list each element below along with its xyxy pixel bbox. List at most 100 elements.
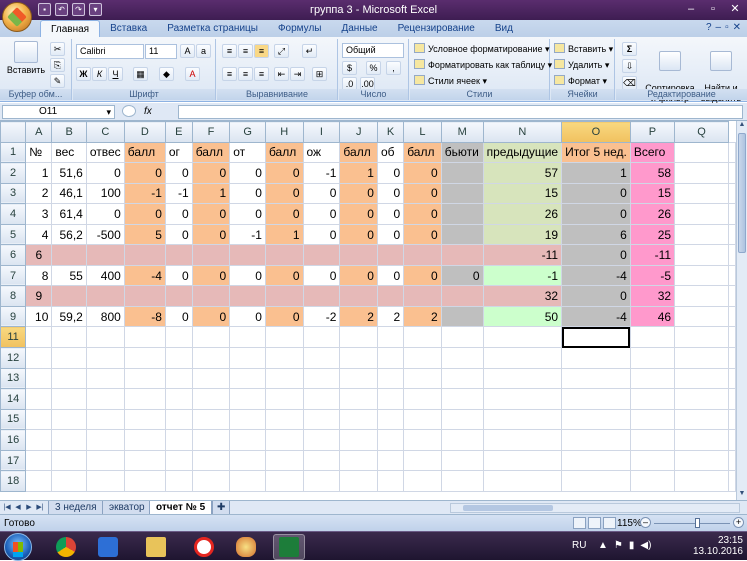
- cell-j12[interactable]: [339, 347, 378, 369]
- wrap-text-icon[interactable]: ↵: [302, 44, 317, 58]
- cell-k15[interactable]: [376, 408, 405, 431]
- maximize-button[interactable]: ▫: [705, 2, 721, 16]
- scroll-down-icon[interactable]: ▼: [737, 490, 747, 500]
- cell-j9[interactable]: 2: [339, 305, 378, 328]
- cell-q9[interactable]: [674, 305, 729, 328]
- cell-f3[interactable]: 1: [191, 182, 231, 205]
- cell-g16[interactable]: [229, 429, 266, 451]
- cell-e5[interactable]: 0: [164, 223, 193, 246]
- cell-h13[interactable]: [264, 367, 304, 390]
- cell-f8[interactable]: [191, 285, 231, 307]
- row-header[interactable]: 2: [0, 162, 27, 184]
- cell-b14[interactable]: [51, 388, 87, 410]
- cell-l16[interactable]: [403, 429, 442, 451]
- cell-n4[interactable]: 26: [482, 203, 563, 225]
- clear-icon[interactable]: ⌫: [622, 76, 637, 90]
- column-header-d[interactable]: D: [123, 121, 166, 143]
- cell-o13[interactable]: [561, 367, 631, 390]
- cell-d18[interactable]: [123, 470, 166, 492]
- cell-e15[interactable]: [164, 408, 193, 431]
- cell-o4[interactable]: 0: [561, 203, 631, 225]
- cell-e3[interactable]: -1: [164, 182, 193, 205]
- column-header-q[interactable]: Q: [674, 121, 729, 143]
- cell-c7[interactable]: 400: [85, 264, 125, 287]
- row-header[interactable]: 14: [0, 388, 27, 410]
- page-layout-view-icon[interactable]: [588, 517, 601, 529]
- cell-e4[interactable]: 0: [164, 203, 193, 225]
- cell-j3[interactable]: 0: [339, 182, 378, 205]
- cell-g18[interactable]: [229, 470, 266, 492]
- cell-l14[interactable]: [403, 388, 442, 410]
- cell-j18[interactable]: [339, 470, 378, 492]
- cell-m14[interactable]: [440, 388, 484, 410]
- cell-a18[interactable]: [25, 470, 53, 492]
- cell-b2[interactable]: 51,6: [51, 162, 87, 184]
- cell-blank[interactable]: [728, 182, 736, 205]
- cell-k14[interactable]: [376, 388, 405, 410]
- page-break-view-icon[interactable]: [603, 517, 616, 529]
- align-right-icon[interactable]: ≡: [254, 67, 269, 81]
- cell-h4[interactable]: 0: [264, 203, 304, 225]
- format-cells-button[interactable]: Формат ▾: [554, 74, 607, 88]
- cell-a5[interactable]: 4: [25, 223, 53, 246]
- borders-icon[interactable]: ▦: [133, 67, 148, 81]
- cell-d6[interactable]: [123, 244, 166, 266]
- cell-b5[interactable]: 56,2: [51, 223, 87, 246]
- cell-l13[interactable]: [403, 367, 442, 390]
- cell-g15[interactable]: [229, 408, 266, 431]
- cell-f2[interactable]: 0: [191, 162, 231, 184]
- cell-q15[interactable]: [674, 408, 729, 431]
- cell-m3[interactable]: [440, 182, 484, 205]
- vertical-scrollbar[interactable]: ▲ ▼: [736, 121, 747, 500]
- cell-q5[interactable]: [674, 223, 729, 246]
- chrome-taskbar-button[interactable]: [50, 534, 82, 560]
- next-sheet-icon[interactable]: ▶: [24, 502, 34, 513]
- cell-c15[interactable]: [85, 408, 125, 431]
- cell-h5[interactable]: 1: [264, 223, 304, 246]
- currency-icon[interactable]: $: [342, 61, 357, 75]
- cell-g14[interactable]: [229, 388, 266, 410]
- cell-l11[interactable]: [403, 326, 442, 349]
- scroll-up-icon[interactable]: ▲: [737, 121, 747, 131]
- cell-blank[interactable]: [728, 203, 736, 225]
- cell-f11[interactable]: [191, 326, 231, 349]
- formula-input[interactable]: [178, 105, 743, 119]
- cell-d15[interactable]: [123, 408, 166, 431]
- align-bottom-icon[interactable]: ≡: [254, 44, 269, 58]
- tab-formulas[interactable]: Формулы: [268, 20, 332, 37]
- cell-f7[interactable]: 0: [191, 264, 231, 287]
- cell-j13[interactable]: [339, 367, 378, 390]
- horizontal-scrollbar[interactable]: [450, 503, 740, 513]
- cell-q16[interactable]: [674, 429, 729, 451]
- cell-blank[interactable]: [728, 429, 736, 451]
- cell-m16[interactable]: [440, 429, 484, 451]
- cell-n12[interactable]: [482, 347, 563, 369]
- cell-l2[interactable]: 0: [403, 162, 442, 184]
- cell-b12[interactable]: [51, 347, 87, 369]
- cell-a2[interactable]: 1: [25, 162, 53, 184]
- show-hidden-icons-icon[interactable]: ▲: [598, 540, 608, 551]
- cell-i15[interactable]: [302, 408, 341, 431]
- cell-h3[interactable]: 0: [264, 182, 304, 205]
- cell-c1[interactable]: отвес: [85, 141, 125, 164]
- column-header-g[interactable]: G: [229, 121, 266, 143]
- cell-i5[interactable]: 0: [302, 223, 341, 246]
- cell-n18[interactable]: [482, 470, 563, 492]
- last-sheet-icon[interactable]: ▶|: [35, 502, 45, 513]
- cell-k7[interactable]: 0: [376, 264, 405, 287]
- cell-g9[interactable]: 0: [229, 305, 266, 328]
- cell-blank[interactable]: [728, 162, 736, 184]
- ribbon-restore-icon[interactable]: ▫: [725, 22, 729, 33]
- cell-q12[interactable]: [674, 347, 729, 369]
- cell-c17[interactable]: [85, 449, 125, 472]
- sheet-tab-otchet-5[interactable]: отчет № 5: [149, 501, 213, 515]
- cell-blank[interactable]: [728, 141, 736, 164]
- cell-p1[interactable]: Всего: [629, 141, 676, 164]
- cell-c18[interactable]: [85, 470, 125, 492]
- cell-l6[interactable]: [403, 244, 442, 266]
- cell-h17[interactable]: [264, 449, 304, 472]
- cell-h12[interactable]: [264, 347, 304, 369]
- cell-d16[interactable]: [123, 429, 166, 451]
- cell-o1[interactable]: Итог 5 нед.: [561, 141, 631, 164]
- cell-k4[interactable]: 0: [376, 203, 405, 225]
